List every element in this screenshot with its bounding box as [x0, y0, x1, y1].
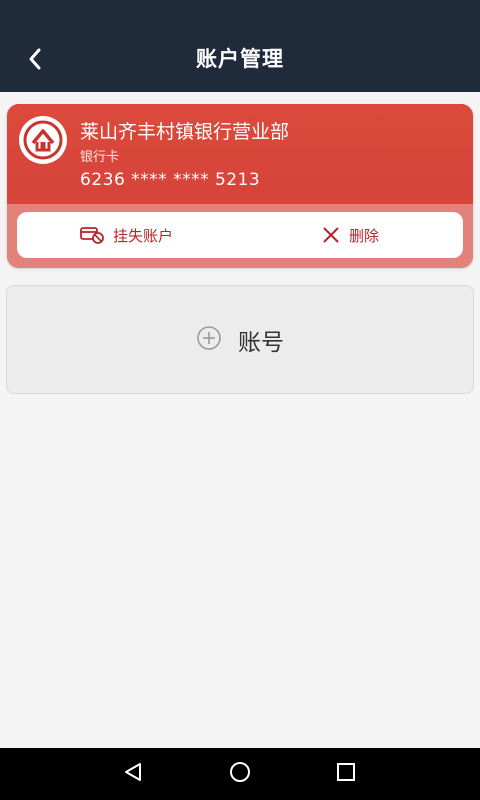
card-type: 银行卡: [80, 150, 120, 165]
bank-logo-icon: [19, 116, 67, 164]
card-number: 6236 **** **** 5213: [80, 170, 261, 190]
account-card-actions: 挂失账户 删除: [7, 204, 473, 268]
delete-button[interactable]: 删除: [321, 212, 379, 258]
system-navigation-bar: [0, 748, 480, 800]
account-management-screen: 账户管理 莱山齐丰村镇银行营业部 银行卡 6236 **** **** 5213: [0, 0, 480, 800]
add-account-content: 账号: [7, 286, 473, 393]
title-bar: 账户管理: [0, 26, 480, 92]
delete-label: 删除: [349, 226, 380, 245]
close-icon: [321, 225, 341, 245]
account-card: 莱山齐丰村镇银行营业部 银行卡 6236 **** **** 5213 挂失账户: [7, 104, 473, 268]
report-loss-label: 挂失账户: [113, 226, 174, 245]
card-loss-icon: [79, 225, 105, 245]
system-recent-apps-button[interactable]: [332, 760, 360, 788]
system-home-button[interactable]: [226, 760, 254, 788]
system-back-button[interactable]: [119, 760, 147, 788]
circle-home-icon: [228, 760, 252, 788]
report-loss-button[interactable]: 挂失账户: [79, 212, 173, 258]
status-bar: [0, 0, 480, 26]
back-button[interactable]: [18, 44, 52, 78]
bank-name: 莱山齐丰村镇银行营业部: [80, 121, 290, 143]
add-account-label: 账号: [238, 329, 284, 356]
chevron-left-icon: [27, 47, 43, 75]
action-bar: 挂失账户 删除: [17, 212, 463, 258]
plus-circle-icon: [196, 325, 222, 355]
triangle-back-icon: [122, 761, 144, 787]
account-card-info[interactable]: 莱山齐丰村镇银行营业部 银行卡 6236 **** **** 5213: [7, 104, 473, 204]
square-recent-icon: [335, 761, 357, 787]
page-title: 账户管理: [196, 47, 284, 71]
add-account-button[interactable]: 账号: [6, 285, 474, 394]
